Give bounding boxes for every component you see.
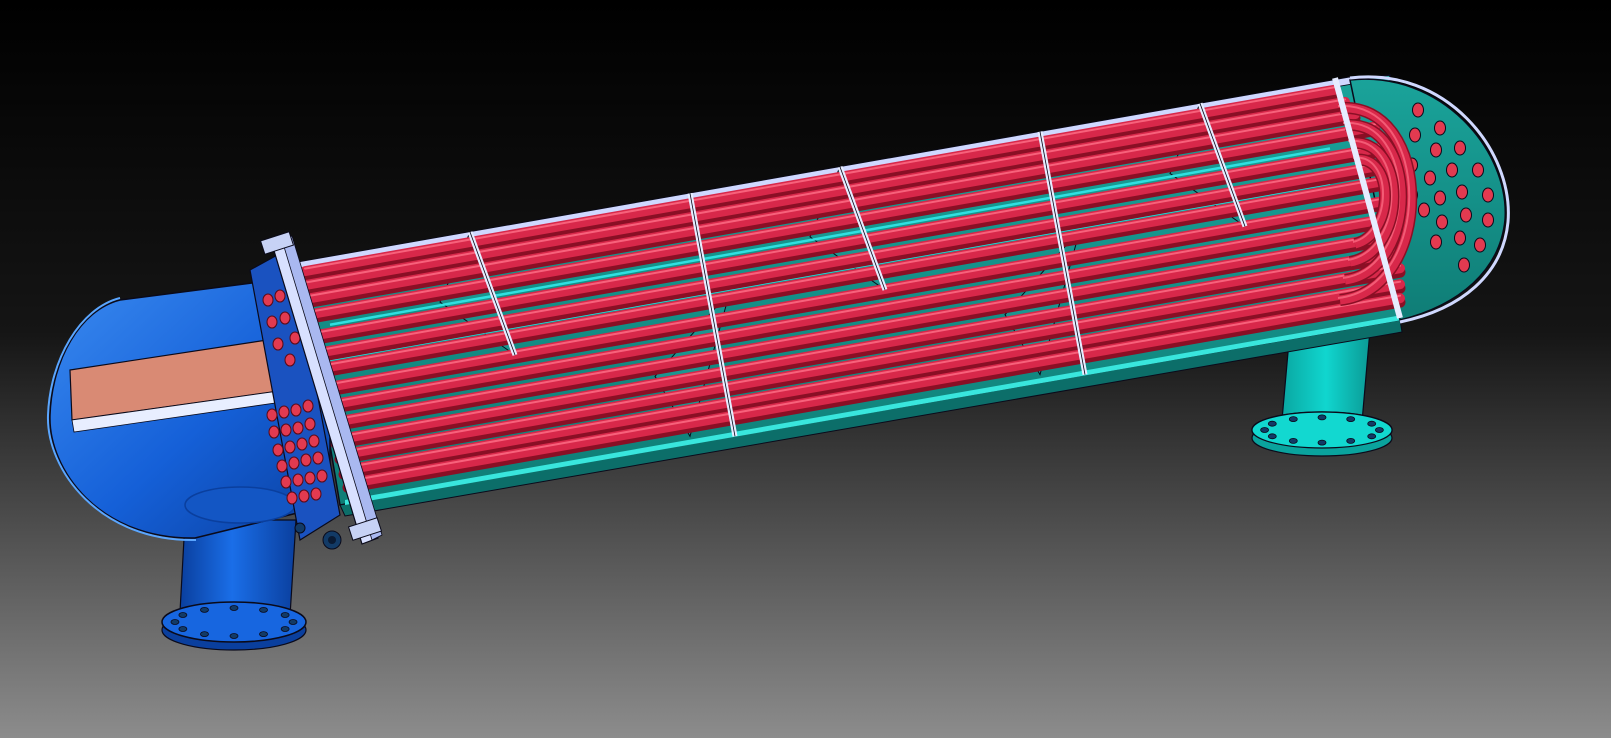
cover-hole-4 xyxy=(1472,162,1484,178)
tube-hole-27 xyxy=(316,469,328,483)
cover-hole-12 xyxy=(1456,184,1468,200)
cover-hole-6 xyxy=(1482,212,1494,228)
tube-hole-28 xyxy=(286,491,298,505)
tube-hole-7 xyxy=(284,353,296,367)
shell-nozzle-bolt-10 xyxy=(1317,414,1327,421)
tube-hole-15 xyxy=(304,417,316,431)
cover-hole-9 xyxy=(1409,127,1421,143)
tube-hole-9 xyxy=(278,405,290,419)
tube-hole-25 xyxy=(292,473,304,487)
cover-hole-2 xyxy=(1434,120,1446,136)
shell-nozzle-bolt-3 xyxy=(1346,438,1356,444)
cover-hole-14 xyxy=(1454,230,1466,246)
tube-hole-10 xyxy=(290,403,302,417)
shell-nozzle-bolt-1 xyxy=(1375,427,1384,433)
channel-nozzle-bolt-3 xyxy=(259,631,268,638)
tube-hole-29 xyxy=(298,489,310,503)
tube-hole-14 xyxy=(292,421,304,435)
tube-hole-4 xyxy=(279,311,291,325)
channel-nozzle-bolt-12 xyxy=(280,612,290,618)
tube-hole-12 xyxy=(268,425,280,439)
cover-hole-13 xyxy=(1460,207,1472,223)
tube-hole-30 xyxy=(310,487,322,501)
tube-hole-23 xyxy=(312,451,324,465)
cover-hole-16 xyxy=(1424,170,1436,186)
tube-hole-21 xyxy=(288,456,300,470)
shell-nozzle-bolt-4 xyxy=(1317,439,1327,446)
tube-hole-24 xyxy=(280,475,292,489)
channel-nozzle-bolt-11 xyxy=(259,606,268,613)
tube-hole-20 xyxy=(276,459,288,473)
channel-nozzle-bolt-8 xyxy=(178,612,188,618)
shell-nozzle-bolt-12 xyxy=(1367,420,1377,427)
channel-nozzle-bolt-9 xyxy=(200,606,209,613)
channel-nozzle-bolt-10 xyxy=(229,605,239,611)
cover-hole-19 xyxy=(1430,234,1442,250)
shell-nozzle-bolt-5 xyxy=(1288,438,1298,444)
tube-hole-13 xyxy=(280,423,292,437)
shell-nozzle-bolt-8 xyxy=(1267,420,1277,427)
cover-hole-1 xyxy=(1412,102,1424,118)
channel-nozzle-bolt-5 xyxy=(200,631,209,638)
shell-nozzle-bolt-2 xyxy=(1367,433,1377,440)
cover-hole-8 xyxy=(1458,257,1470,273)
tube-hole-6 xyxy=(272,337,284,351)
heat-exchanger-section-view[interactable] xyxy=(0,0,1611,738)
tube-hole-22 xyxy=(300,453,312,467)
cover-hole-18 xyxy=(1436,214,1448,230)
cad-viewport[interactable] xyxy=(0,0,1611,738)
tube-hole-11 xyxy=(302,399,314,413)
cover-hole-17 xyxy=(1434,190,1446,206)
cover-hole-11 xyxy=(1446,162,1458,178)
cover-hole-7 xyxy=(1474,237,1486,253)
cover-hole-10 xyxy=(1430,142,1442,158)
shell-nozzle-bolt-9 xyxy=(1288,416,1298,422)
tube-hole-16 xyxy=(272,443,284,457)
tube-hole-2 xyxy=(274,289,286,303)
channel-nozzle-bolt-6 xyxy=(178,626,188,632)
channel-nozzle-bolt-1 xyxy=(288,619,298,625)
cover-hole-3 xyxy=(1454,140,1466,156)
tube-hole-1 xyxy=(262,293,274,307)
cover-hole-21 xyxy=(1418,202,1430,218)
tube-hole-17 xyxy=(284,440,296,454)
tube-hole-8 xyxy=(266,408,278,422)
channel-nozzle-bolt-2 xyxy=(280,626,290,632)
cover-hole-5 xyxy=(1482,187,1494,203)
shell-nozzle-bolt-6 xyxy=(1267,433,1277,440)
tube-hole-19 xyxy=(308,434,320,448)
shell-nozzle-bolt-11 xyxy=(1346,416,1356,422)
tube-hole-26 xyxy=(304,471,316,485)
tube-hole-3 xyxy=(266,315,278,329)
channel-nozzle-bolt-7 xyxy=(170,619,180,625)
tube-hole-18 xyxy=(296,437,308,451)
shell-nozzle-bolt-7 xyxy=(1260,427,1269,433)
channel-nozzle-bolt-4 xyxy=(229,633,239,639)
